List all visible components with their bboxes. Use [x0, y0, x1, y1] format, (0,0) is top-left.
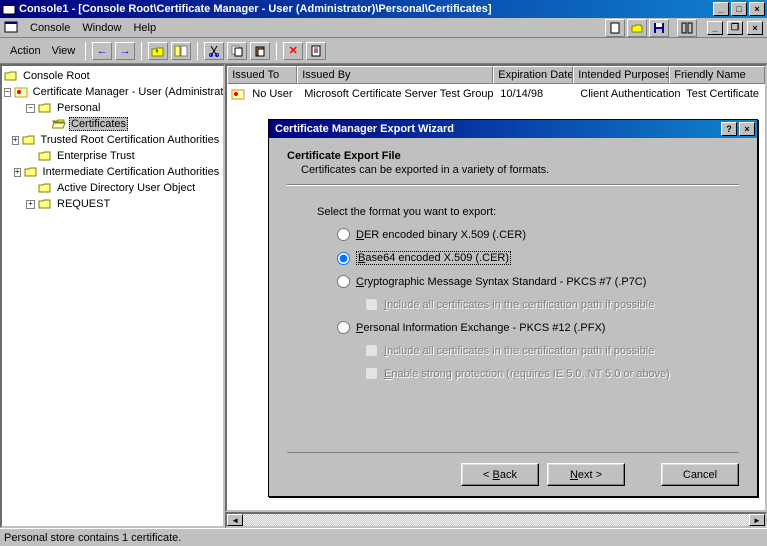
collapse-icon[interactable]: − — [4, 88, 11, 97]
cert-icon — [231, 88, 245, 100]
copy-icon[interactable] — [227, 42, 247, 60]
export-wizard-dialog: Certificate Manager Export Wizard ? × Ce… — [268, 119, 758, 497]
folder-icon — [22, 134, 36, 146]
dialog-buttons: < Back Next > Cancel — [287, 452, 739, 486]
tree-cert-mgr[interactable]: − Certificate Manager - User (Administra… — [4, 84, 221, 100]
save-icon[interactable] — [649, 19, 669, 37]
open-icon[interactable] — [627, 19, 647, 37]
dialog-title: Certificate Manager Export Wizard — [271, 123, 719, 135]
col-purposes[interactable]: Intended Purposes — [573, 66, 669, 84]
toolbar: Action View ← → ✕ — [0, 38, 767, 64]
col-friendly[interactable]: Friendly Name — [669, 66, 765, 84]
menubar: Console Window Help _ ❐ × — [0, 18, 767, 38]
next-button[interactable]: Next > — [547, 463, 625, 486]
list-item[interactable]: No User Microsoft Certificate Server Tes… — [229, 86, 763, 102]
tree-request[interactable]: + REQUEST — [4, 196, 221, 212]
folder-icon — [24, 166, 38, 178]
delete-icon[interactable]: ✕ — [283, 42, 303, 60]
window-title: Console1 - [Console Root\Certificate Man… — [19, 3, 711, 15]
radio-der[interactable]: DER encoded binary X.509 (.CER) — [337, 228, 739, 241]
status-text: Personal store contains 1 certificate. — [4, 532, 181, 544]
radio-pfx[interactable]: Personal Information Exchange - PKCS #12… — [337, 321, 739, 334]
folder-open-icon — [52, 118, 66, 130]
folder-icon — [38, 102, 52, 114]
cut-icon[interactable] — [204, 42, 224, 60]
tree-panel[interactable]: Console Root − Certificate Manager - Use… — [0, 64, 225, 528]
dialog-close-button[interactable]: × — [739, 122, 755, 136]
check-include-pfx: Include all certificates in the certific… — [365, 344, 739, 357]
layout-icon[interactable] — [677, 19, 697, 37]
tree-intermediate[interactable]: + Intermediate Certification Authorities — [4, 164, 221, 180]
properties-icon[interactable] — [306, 42, 326, 60]
check-strong-protection: Enable strong protection (requires IE 5.… — [365, 367, 739, 380]
back-icon[interactable]: ← — [92, 42, 112, 60]
radio-pkcs7[interactable]: Cryptographic Message Syntax Standard - … — [337, 275, 739, 288]
tree-certificates[interactable]: Certificates — [4, 116, 221, 132]
new-icon[interactable] — [605, 19, 625, 37]
separator — [276, 42, 277, 60]
mdi-restore-button[interactable]: ❐ — [727, 21, 743, 35]
menu-console[interactable]: Console — [24, 20, 76, 36]
collapse-icon[interactable]: − — [26, 104, 35, 113]
mdi-close-button[interactable]: × — [747, 21, 763, 35]
minimize-button[interactable]: _ — [713, 2, 729, 16]
main-titlebar: Console1 - [Console Root\Certificate Man… — [0, 0, 767, 18]
tree-trusted-root[interactable]: + Trusted Root Certification Authorities — [4, 132, 221, 148]
up-folder-icon[interactable] — [148, 42, 168, 60]
mdi-icon[interactable] — [4, 20, 20, 36]
radio-pfx-input[interactable] — [337, 321, 350, 334]
expand-icon[interactable]: + — [12, 136, 19, 145]
folder-icon — [38, 182, 52, 194]
view-menu[interactable]: View — [48, 45, 80, 57]
dialog-subtext: Certificates can be exported in a variet… — [301, 164, 739, 176]
console-root-icon — [4, 70, 18, 82]
check-strong-input — [365, 367, 378, 380]
divider — [287, 184, 739, 186]
expand-icon[interactable]: + — [26, 200, 35, 209]
forward-icon[interactable]: → — [115, 42, 135, 60]
separator — [85, 42, 86, 60]
check-include-p7c: Include all certificates in the certific… — [365, 298, 739, 311]
separator — [197, 42, 198, 60]
tree-root[interactable]: Console Root — [4, 68, 221, 84]
statusbar: Personal store contains 1 certificate. — [0, 528, 767, 546]
mdi-minimize-button[interactable]: _ — [707, 21, 723, 35]
radio-base64[interactable]: Base64 encoded X.509 (.CER) — [337, 251, 739, 265]
check-include-p7c-input — [365, 298, 378, 311]
col-issued-by[interactable]: Issued By — [297, 66, 493, 84]
list-header: Issued To Issued By Expiration Date Inte… — [225, 64, 767, 84]
col-issued-to[interactable]: Issued To — [227, 66, 297, 84]
scroll-left-icon[interactable]: ◄ — [227, 514, 243, 526]
folder-icon — [38, 150, 52, 162]
scroll-right-icon[interactable]: ► — [749, 514, 765, 526]
dialog-titlebar: Certificate Manager Export Wizard ? × — [269, 120, 757, 138]
paste-icon[interactable] — [250, 42, 270, 60]
separator — [141, 42, 142, 60]
action-menu[interactable]: Action — [6, 45, 45, 57]
radio-der-input[interactable] — [337, 228, 350, 241]
show-hide-tree-icon[interactable] — [171, 42, 191, 60]
scroll-track[interactable] — [243, 514, 749, 526]
tree-ad-user[interactable]: Active Directory User Object — [4, 180, 221, 196]
dialog-prompt: Select the format you want to export: — [317, 206, 739, 218]
back-button[interactable]: < Back — [461, 463, 539, 486]
expand-icon[interactable]: + — [14, 168, 21, 177]
col-expiration[interactable]: Expiration Date — [493, 66, 573, 84]
check-include-pfx-input — [365, 344, 378, 357]
tree-enterprise-trust[interactable]: Enterprise Trust — [4, 148, 221, 164]
radio-pkcs7-input[interactable] — [337, 275, 350, 288]
menu-window[interactable]: Window — [76, 20, 127, 36]
tree-personal[interactable]: − Personal — [4, 100, 221, 116]
help-button[interactable]: ? — [721, 122, 737, 136]
maximize-button[interactable]: □ — [731, 2, 747, 16]
app-icon — [2, 2, 16, 16]
cert-mgr-icon — [14, 86, 28, 98]
horizontal-scrollbar[interactable]: ◄ ► — [225, 512, 767, 528]
dialog-heading: Certificate Export File — [287, 150, 739, 162]
close-button[interactable]: × — [749, 2, 765, 16]
menu-help[interactable]: Help — [127, 20, 162, 36]
cancel-button[interactable]: Cancel — [661, 463, 739, 486]
folder-icon — [38, 198, 52, 210]
radio-base64-input[interactable] — [337, 252, 350, 265]
